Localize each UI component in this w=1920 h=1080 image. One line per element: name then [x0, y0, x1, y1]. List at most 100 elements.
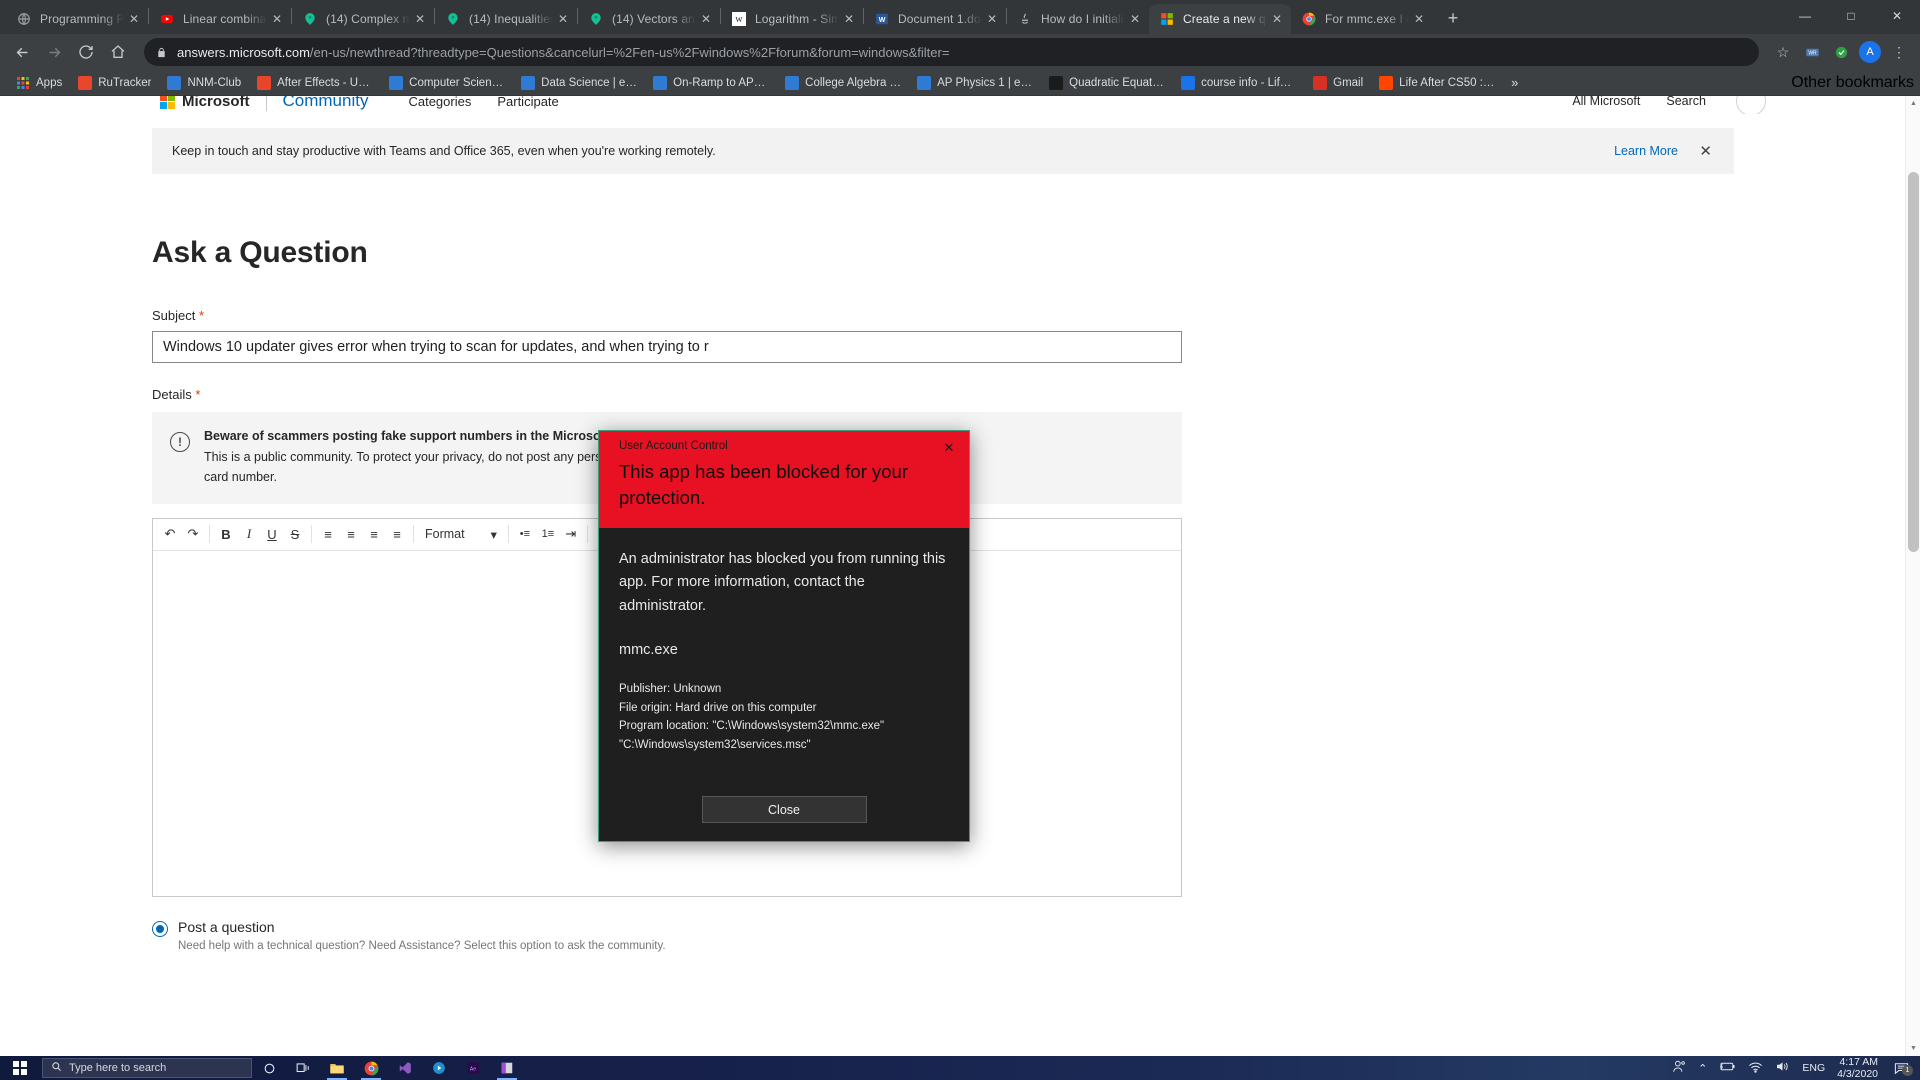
reload-icon[interactable] — [72, 38, 100, 66]
tab-close-icon[interactable]: ✕ — [984, 11, 1000, 27]
bookmark-item[interactable]: course info - Life af... — [1173, 72, 1305, 94]
maximize-button[interactable]: □ — [1828, 0, 1874, 32]
chrome-icon[interactable] — [354, 1056, 388, 1080]
address-bar[interactable]: answers.microsoft.com/en-us/newthread?th… — [144, 38, 1759, 66]
bookmark-item[interactable]: Data Science | edX — [513, 72, 645, 94]
nav-categories[interactable]: Categories — [408, 96, 471, 109]
bookmark-item[interactable]: RuTracker — [70, 72, 159, 94]
taskbar-search-box[interactable]: Type here to search — [42, 1058, 252, 1078]
scrollbar-thumb[interactable] — [1908, 172, 1919, 552]
tab-close-icon[interactable]: ✕ — [412, 11, 428, 27]
bookmark-item[interactable]: Gmail — [1305, 72, 1371, 94]
cortana-icon[interactable] — [252, 1056, 286, 1080]
minimize-button[interactable]: — — [1782, 0, 1828, 32]
all-microsoft-link[interactable]: All Microsoft — [1572, 96, 1640, 108]
app-icon[interactable] — [490, 1056, 524, 1080]
profile-avatar[interactable]: A — [1857, 39, 1883, 65]
tab-close-icon[interactable]: ✕ — [698, 11, 714, 27]
tab-close-icon[interactable]: ✕ — [1269, 11, 1285, 27]
browser-tab[interactable]: Linear combinations✕ — [149, 4, 291, 34]
promo-learn-more-link[interactable]: Learn More — [1614, 144, 1678, 158]
underline-icon[interactable]: U — [261, 522, 283, 546]
nav-participate[interactable]: Participate — [497, 96, 558, 109]
browser-tab[interactable]: WDocument 1.docx -✕ — [864, 4, 1006, 34]
bookmark-star-icon[interactable]: ☆ — [1770, 39, 1796, 65]
wifi-icon[interactable] — [1748, 1061, 1763, 1076]
tray-chevron-icon[interactable]: ⌃ — [1698, 1062, 1707, 1075]
bookmark-item[interactable]: Computer Science f... — [381, 72, 513, 94]
after-effects-icon[interactable]: Ae — [456, 1056, 490, 1080]
tab-close-icon[interactable]: ✕ — [269, 11, 285, 27]
tab-close-icon[interactable]: ✕ — [126, 11, 142, 27]
strikethrough-icon[interactable]: S — [284, 522, 306, 546]
language-indicator[interactable]: ENG — [1802, 1062, 1825, 1074]
tab-close-icon[interactable]: ✕ — [1411, 11, 1427, 27]
search-link[interactable]: Search — [1666, 96, 1706, 108]
scroll-up-arrow[interactable]: ▲ — [1906, 96, 1920, 111]
file-explorer-icon[interactable] — [320, 1056, 354, 1080]
volume-icon[interactable] — [1775, 1060, 1790, 1076]
bookmark-item[interactable]: AP Physics 1 | edX — [909, 72, 1041, 94]
justify-icon[interactable]: ≡ — [386, 522, 408, 546]
media-player-icon[interactable] — [422, 1056, 456, 1080]
microsoft-logo[interactable]: Microsoft — [160, 96, 250, 110]
indent-icon[interactable]: ⇥ — [560, 522, 582, 546]
visual-studio-icon[interactable] — [388, 1056, 422, 1080]
uac-close-button[interactable]: Close — [702, 796, 867, 823]
new-tab-button[interactable]: + — [1439, 4, 1467, 32]
format-dropdown[interactable]: Format ▾ — [419, 522, 503, 546]
back-icon[interactable] — [8, 38, 36, 66]
bookmark-label: AP Physics 1 | edX — [937, 77, 1033, 89]
scroll-down-arrow[interactable]: ▼ — [1906, 1041, 1920, 1056]
bookmark-item[interactable]: Life After CS50 : cs50 — [1371, 72, 1503, 94]
browser-tab[interactable]: For mmc.exe I get✕ — [1291, 4, 1433, 34]
bullet-list-icon[interactable]: •≡ — [514, 522, 536, 546]
site-user-avatar[interactable] — [1736, 96, 1766, 114]
battery-icon[interactable] — [1719, 1061, 1736, 1075]
bookmarks-overflow-button[interactable]: » — [1503, 75, 1526, 90]
taskbar-clock[interactable]: 4:17 AM 4/3/2020 — [1837, 1056, 1878, 1080]
people-icon[interactable] — [1672, 1060, 1686, 1076]
bookmark-item[interactable]: Quadratic Equation... — [1041, 72, 1173, 94]
radio-button[interactable] — [152, 921, 168, 937]
browser-tab[interactable]: (14) Complex numb✕ — [292, 4, 434, 34]
notification-center-icon[interactable]: 1 — [1890, 1062, 1912, 1075]
browser-tab[interactable]: Programming Parad✕ — [6, 4, 148, 34]
extension-icon-2[interactable] — [1828, 39, 1854, 65]
bookmark-item[interactable]: On-Ramp to AP® F... — [645, 72, 777, 94]
subject-input[interactable]: Windows 10 updater gives error when tryi… — [152, 331, 1182, 363]
tab-close-icon[interactable]: ✕ — [555, 11, 571, 27]
redo-icon[interactable]: ↷ — [182, 522, 204, 546]
browser-tab[interactable]: How do I initialize a✕ — [1007, 4, 1149, 34]
browser-tab[interactable]: WLogarithm - Simple✕ — [721, 4, 863, 34]
align-right-icon[interactable]: ≡ — [363, 522, 385, 546]
community-link[interactable]: Community — [283, 96, 369, 111]
extension-icon-1[interactable]: WR — [1799, 39, 1825, 65]
browser-tab[interactable]: (14) Vectors and spa✕ — [578, 4, 720, 34]
forward-icon[interactable] — [40, 38, 68, 66]
uac-close-icon[interactable]: ✕ — [939, 438, 959, 458]
tab-close-icon[interactable]: ✕ — [841, 11, 857, 27]
align-center-icon[interactable]: ≡ — [340, 522, 362, 546]
align-left-icon[interactable]: ≡ — [317, 522, 339, 546]
promo-close-icon[interactable]: ✕ — [1699, 142, 1712, 160]
browser-tab[interactable]: (14) Inequalities (sys✕ — [435, 4, 577, 34]
tab-close-icon[interactable]: ✕ — [1127, 11, 1143, 27]
post-a-question-option[interactable]: Post a question Need help with a technic… — [152, 919, 1886, 952]
bold-icon[interactable]: B — [215, 522, 237, 546]
page-scrollbar[interactable]: ▲ ▼ — [1905, 96, 1920, 1056]
bookmark-item[interactable]: Apps — [8, 72, 70, 94]
close-window-button[interactable]: ✕ — [1874, 0, 1920, 32]
chrome-menu-icon[interactable]: ⋮ — [1886, 39, 1912, 65]
bookmark-item[interactable]: NNM-Club — [159, 72, 249, 94]
italic-icon[interactable]: I — [238, 522, 260, 546]
task-view-icon[interactable] — [286, 1056, 320, 1080]
bookmark-item[interactable]: College Algebra an... — [777, 72, 909, 94]
home-icon[interactable] — [104, 38, 132, 66]
browser-tab[interactable]: Create a new questi✕ — [1149, 4, 1291, 34]
start-button[interactable] — [0, 1056, 40, 1080]
other-bookmarks-button[interactable]: Other bookmarks — [1791, 74, 1914, 92]
numbered-list-icon[interactable]: 1≡ — [537, 522, 559, 546]
undo-icon[interactable]: ↶ — [159, 522, 181, 546]
bookmark-item[interactable]: After Effects - Udemy — [249, 72, 381, 94]
